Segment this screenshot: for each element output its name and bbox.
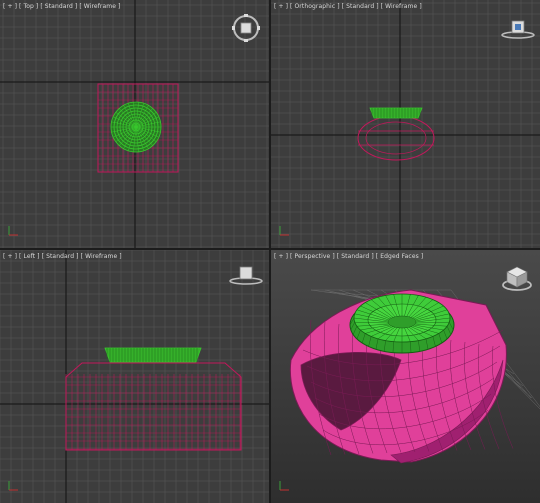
- viewcube-icon[interactable]: [228, 264, 264, 290]
- gem-shaded: [349, 293, 455, 354]
- gem-wireframe: [369, 107, 423, 119]
- viewcube-icon[interactable]: [500, 18, 536, 44]
- viewport-label-orthographic[interactable]: [ + ] [ Orthographic ] [ Standard ] [ Wi…: [274, 3, 422, 10]
- axis-tripod-icon: [6, 223, 20, 242]
- ring-band-wireframe: [357, 115, 435, 161]
- gem-wireframe: [104, 347, 202, 363]
- viewport-perspective[interactable]: [ + ] [ Perspective ] [ Standard ] [ Edg…: [271, 250, 540, 503]
- axis-tripod-icon: [277, 478, 291, 497]
- viewport-label-top[interactable]: [ + ] [ Top ] [ Standard ] [ Wireframe ]: [3, 3, 120, 10]
- gem-wireframe: [110, 101, 162, 153]
- viewport-orthographic[interactable]: [ + ] [ Orthographic ] [ Standard ] [ Wi…: [271, 0, 540, 248]
- top-scene: [0, 0, 269, 248]
- viewport-label-left[interactable]: [ + ] [ Left ] [ Standard ] [ Wireframe …: [3, 253, 122, 260]
- axis-tripod-icon: [6, 478, 20, 497]
- viewcube-icon[interactable]: [231, 13, 261, 47]
- viewcube-icon[interactable]: [500, 264, 534, 298]
- viewport-left[interactable]: [ + ] [ Left ] [ Standard ] [ Wireframe …: [0, 250, 269, 503]
- viewport-label-perspective[interactable]: [ + ] [ Perspective ] [ Standard ] [ Edg…: [274, 253, 423, 260]
- viewport-top[interactable]: [ + ] [ Top ] [ Standard ] [ Wireframe ]: [0, 0, 269, 248]
- axis-tripod-icon: [277, 223, 291, 242]
